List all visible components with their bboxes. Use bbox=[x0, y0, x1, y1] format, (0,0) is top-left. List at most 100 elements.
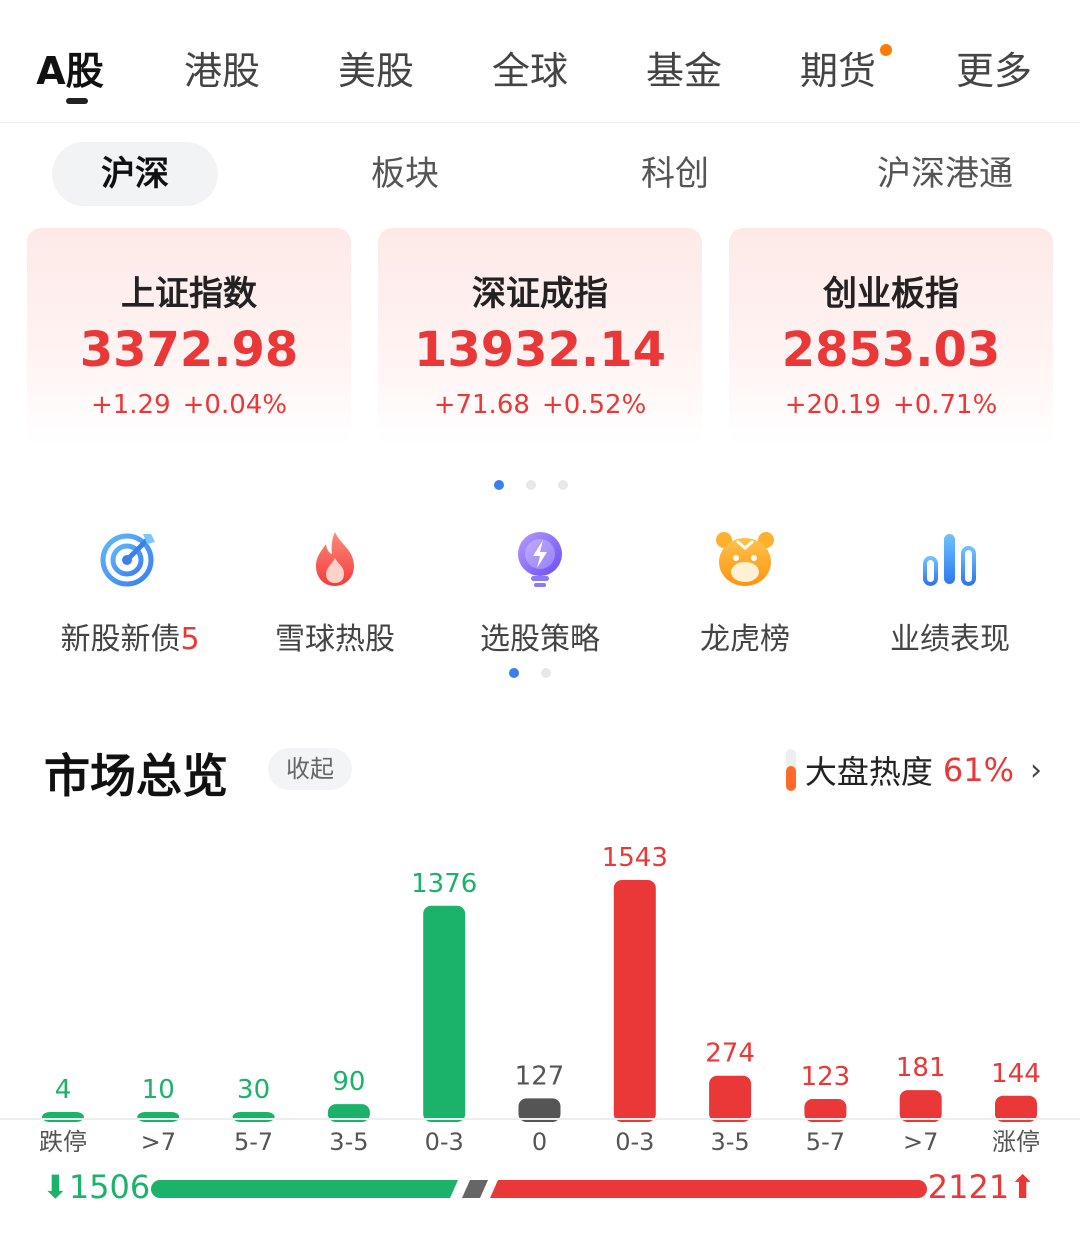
quick-entry-earnings[interactable]: 业绩表现 bbox=[865, 528, 1035, 658]
bar-0 bbox=[42, 1112, 84, 1122]
category-label: 0-3 bbox=[615, 1128, 654, 1156]
bar-value-label: 274 bbox=[705, 1039, 755, 1069]
decliners-total: ⬇1506 bbox=[42, 1168, 150, 1206]
arrow-down-icon: ⬇ bbox=[42, 1168, 69, 1206]
category-label: >7 bbox=[141, 1128, 176, 1156]
quick-entry-hot-stocks[interactable]: 雪球热股 bbox=[250, 528, 420, 658]
tab-global[interactable]: 全球 bbox=[470, 40, 590, 95]
bar-value-label: 1376 bbox=[411, 869, 477, 899]
category-label: 3-5 bbox=[710, 1128, 749, 1156]
chevron-right-icon: › bbox=[1030, 752, 1042, 788]
decliners-count: 1506 bbox=[68, 1168, 151, 1206]
target-icon bbox=[100, 533, 155, 587]
bar-value-label: 90 bbox=[332, 1067, 365, 1097]
flat-bar bbox=[462, 1180, 488, 1198]
subtab-star-market[interactable]: 科创 bbox=[592, 142, 758, 206]
decliners-bar bbox=[151, 1180, 458, 1198]
bar-7 bbox=[709, 1075, 752, 1122]
tiger-icon bbox=[716, 532, 774, 586]
pager-dot bbox=[526, 480, 536, 490]
thermometer-icon bbox=[785, 749, 796, 791]
bar-value-label: 1543 bbox=[602, 843, 668, 873]
index-pager bbox=[494, 480, 574, 490]
bar-2 bbox=[232, 1112, 275, 1122]
index-card-chinext[interactable]: 创业板指 2853.03 +20.19 +0.71% bbox=[729, 228, 1053, 446]
category-label: >7 bbox=[903, 1128, 938, 1156]
bar-value-label: 127 bbox=[515, 1061, 565, 1091]
category-label: 涨停 bbox=[992, 1128, 1040, 1156]
category-label: 跌停 bbox=[39, 1128, 87, 1156]
tab-more[interactable]: 更多 bbox=[934, 40, 1054, 95]
market-tab-bar: A股 港股 美股 全球 基金 期货 更多 bbox=[0, 0, 1080, 123]
bar-value-label: 4 bbox=[55, 1075, 72, 1105]
heat-label: 大盘热度 bbox=[804, 753, 933, 791]
heat-value: 61% bbox=[942, 751, 1014, 789]
tab-a-shares[interactable]: A股 bbox=[10, 40, 130, 95]
index-name: 创业板指 bbox=[823, 274, 959, 314]
subtab-shanghai-shenzhen[interactable]: 沪深 bbox=[52, 142, 218, 206]
subtab-stock-connect[interactable]: 沪深港通 bbox=[850, 142, 1040, 206]
subtab-sectors[interactable]: 板块 bbox=[322, 142, 488, 206]
bar-value-label: 30 bbox=[237, 1075, 270, 1105]
bar-chart-icon bbox=[923, 534, 976, 586]
bar-6 bbox=[613, 880, 656, 1122]
collapse-button[interactable]: 收起 bbox=[268, 748, 352, 790]
quick-entry-dragon-tiger[interactable]: 龙虎榜 bbox=[660, 528, 830, 658]
index-change: +71.68 +0.52% bbox=[378, 390, 702, 420]
pager-dot-active bbox=[509, 668, 519, 678]
quick-entry-label: 选股策略 bbox=[480, 622, 600, 657]
quick-entry-label: 业绩表现 bbox=[890, 622, 1010, 657]
new-count-badge: 5 bbox=[180, 622, 200, 657]
index-change-points: +1.29 bbox=[90, 390, 171, 420]
advancers-bar bbox=[490, 1180, 927, 1198]
category-label: 0-3 bbox=[425, 1128, 464, 1156]
chart-baseline bbox=[0, 1118, 1080, 1120]
quick-entry-ipo[interactable]: 新股新债5 bbox=[45, 528, 215, 658]
index-value: 2853.03 bbox=[781, 322, 1001, 378]
pager-dot bbox=[541, 668, 551, 678]
bar-value-label: 123 bbox=[801, 1062, 851, 1092]
tab-us-stocks[interactable]: 美股 bbox=[316, 40, 436, 95]
index-value: 13932.14 bbox=[413, 322, 667, 378]
index-change-percent: +0.52% bbox=[541, 390, 647, 420]
arrow-up-icon: ⬆ bbox=[1009, 1168, 1036, 1206]
entries-pager bbox=[509, 668, 559, 678]
category-label: 5-7 bbox=[234, 1128, 273, 1156]
bar-value-label: 10 bbox=[142, 1075, 175, 1105]
index-change-points: +71.68 bbox=[433, 390, 530, 420]
market-overview-title: 市场总览 bbox=[44, 749, 228, 803]
category-label: 5-7 bbox=[806, 1128, 845, 1156]
index-change: +20.19 +0.71% bbox=[729, 390, 1053, 420]
market-heat[interactable]: 大盘热度 61% › bbox=[785, 748, 1042, 792]
pager-dot-active bbox=[494, 480, 504, 490]
advancers-count: 2121 bbox=[927, 1168, 1010, 1206]
tab-hk-stocks[interactable]: 港股 bbox=[162, 40, 282, 95]
advancers-total: 2121⬆ bbox=[928, 1168, 1036, 1206]
quick-entry-label: 雪球热股 bbox=[275, 622, 395, 657]
index-change-points: +20.19 bbox=[784, 390, 881, 420]
bar-4 bbox=[423, 905, 466, 1122]
index-card-shanghai[interactable]: 上证指数 3372.98 +1.29 +0.04% bbox=[27, 228, 351, 446]
quick-entry-label: 龙虎榜 bbox=[700, 622, 790, 657]
bar-value-label: 144 bbox=[991, 1059, 1041, 1089]
quick-entry-strategy[interactable]: 选股策略 bbox=[455, 528, 625, 658]
index-change-percent: +0.04% bbox=[182, 390, 288, 420]
index-change: +1.29 +0.04% bbox=[27, 390, 351, 420]
index-value: 3372.98 bbox=[79, 322, 299, 378]
index-name: 深证成指 bbox=[472, 274, 608, 314]
futures-notification-dot bbox=[880, 44, 892, 56]
bar-1 bbox=[137, 1112, 180, 1122]
quick-entry-label: 新股新债 bbox=[60, 622, 181, 657]
category-label: 3-5 bbox=[329, 1128, 368, 1156]
bar-value-label: 181 bbox=[896, 1053, 946, 1083]
index-change-percent: +0.71% bbox=[892, 390, 998, 420]
flame-icon bbox=[316, 532, 354, 586]
category-label: 0 bbox=[532, 1128, 547, 1156]
pager-dot bbox=[558, 480, 568, 490]
tab-funds[interactable]: 基金 bbox=[624, 40, 744, 95]
index-name: 上证指数 bbox=[121, 274, 257, 314]
lightbulb-icon bbox=[518, 532, 562, 587]
active-tab-indicator bbox=[66, 98, 88, 104]
index-card-shenzhen[interactable]: 深证成指 13932.14 +71.68 +0.52% bbox=[378, 228, 702, 446]
rise-fall-ratio-bar bbox=[151, 1180, 927, 1198]
